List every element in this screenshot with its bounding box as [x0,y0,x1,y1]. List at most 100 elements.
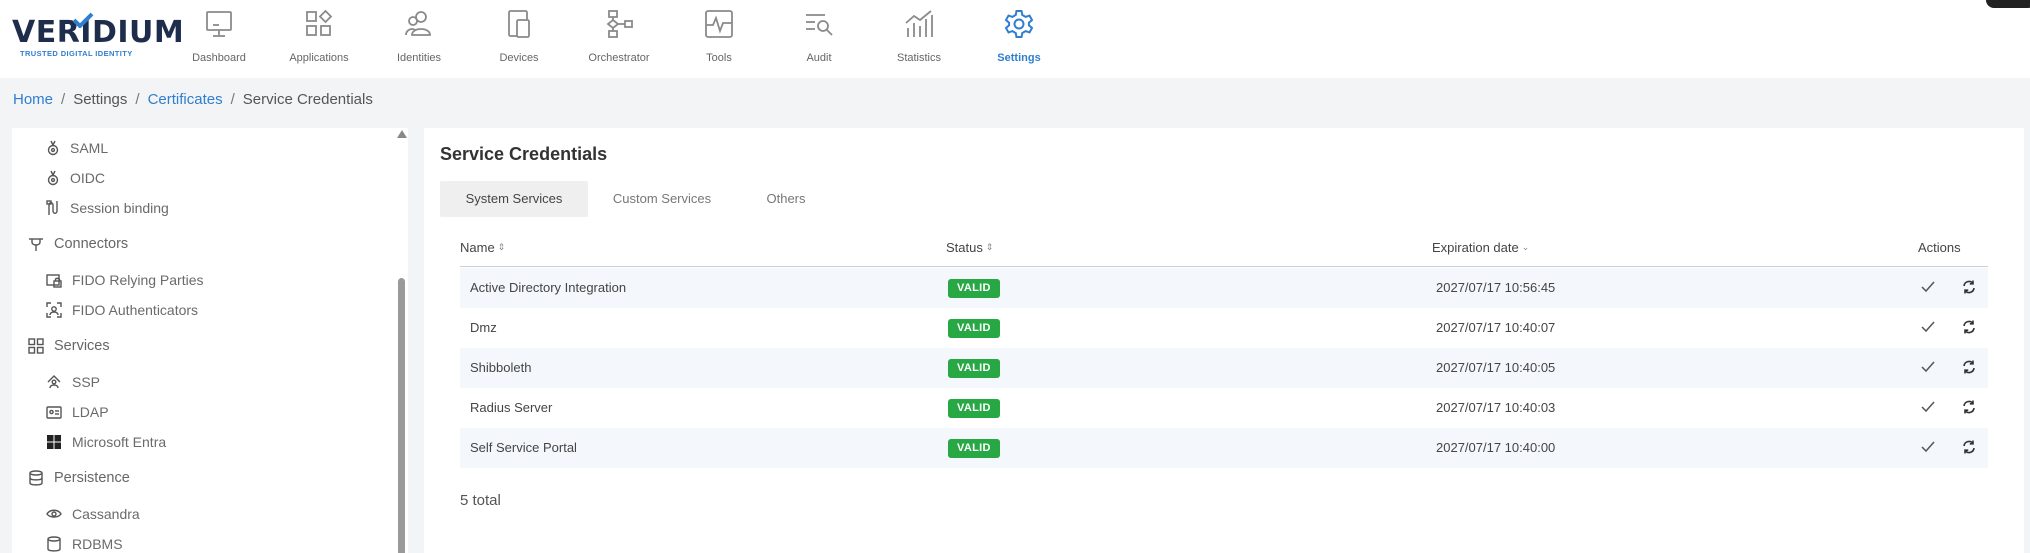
column-header-name[interactable]: Name ⇕ [460,240,505,255]
nav-label: Settings [997,52,1041,64]
audit-search-icon [806,14,833,36]
scroll-up-arrow-icon[interactable] [397,130,407,138]
sidebar-item-label: RDBMS [72,536,123,552]
sidebar-item-label: SSP [72,374,101,390]
sidebar-item-cassandra[interactable]: Cassandra [46,502,140,526]
sidebar-group-connectors[interactable]: Connectors [28,232,128,256]
sort-desc-icon: ⌄ [1521,242,1530,252]
sidebar-group-persistence[interactable]: Persistence [28,466,130,490]
sidebar-item-ssp[interactable]: SSP [46,370,100,394]
eye-icon [46,509,62,518]
fido-scan-icon [46,302,62,318]
sidebar-item-label: OIDC [70,170,105,186]
expiration-date: 2027/07/17 10:40:05 [1436,360,1556,375]
table-row[interactable]: Active Directory Integration VALID 2027/07… [460,268,1988,308]
nav-item-applications[interactable]: Applications [269,0,369,78]
table-row[interactable]: Dmz VALID 2027/07/17 10:40:07 [460,308,1988,348]
nav-item-orchestrator[interactable]: Orchestrator [569,0,669,78]
statistics-chart-icon [905,10,933,37]
sidebar-group-services[interactable]: Services [28,334,110,358]
services-grid-icon [28,338,44,354]
plug-icon [29,238,43,251]
nav-item-devices[interactable]: Devices [469,0,569,78]
nav-item-settings[interactable]: Settings [969,0,1069,78]
table-row[interactable]: Shibboleth VALID 2027/07/17 10:40:05 [460,348,1988,388]
validate-check-icon[interactable] [1919,398,1939,418]
renew-refresh-icon[interactable] [1960,438,1980,458]
validate-check-icon[interactable] [1919,278,1939,298]
sidebar-item-fido-authenticators[interactable]: FIDO Authenticators [46,298,198,322]
validate-check-icon[interactable] [1919,318,1939,338]
renew-refresh-icon[interactable] [1960,358,1980,378]
credential-name: Self Service Portal [470,440,577,455]
validate-check-icon[interactable] [1919,358,1939,378]
table-total-count: 5 total [460,492,501,509]
breadcrumb: Home / Settings / Certificates / Service Crede… [13,91,373,108]
tools-pulse-icon [705,10,733,38]
top-navigation-bar: VERIDIUM TRUSTED DIGITAL IDENTITY Dashbo… [0,0,2030,78]
expiration-date: 2027/07/17 10:40:07 [1436,320,1556,335]
breadcrumb-settings: Settings [73,91,128,108]
sidebar-item-label: FIDO Authenticators [72,302,199,318]
nav-item-tools[interactable]: Tools [669,0,769,78]
renew-refresh-icon[interactable] [1960,398,1980,418]
sidebar-item-ldap[interactable]: LDAP [46,400,109,424]
column-header-actions: Actions [1918,240,1961,255]
breadcrumb-separator: / [135,91,140,108]
sort-icon: ⇕ [497,242,506,252]
nav-item-statistics[interactable]: Statistics [869,0,969,78]
table-row[interactable]: Self Service Portal VALID 2027/07/17 10:40… [460,428,1988,468]
user-menu-button[interactable] [1986,0,2030,8]
applications-grid-icon [306,9,333,36]
breadcrumb-certificates-link[interactable]: Certificates [148,91,223,108]
status-badge: VALID [948,359,1000,378]
gear-icon [1004,10,1034,38]
nav-label: Orchestrator [588,52,650,64]
credential-name: Dmz [470,320,497,335]
sidebar-item-microsoft-entra[interactable]: Microsoft Entra [46,430,166,454]
credential-name: Shibboleth [470,360,532,375]
sidebar-item-fido-relying-parties[interactable]: FIDO Relying Parties [46,268,203,292]
nav-item-audit[interactable]: Audit [769,0,869,78]
credential-name: Radius Server [470,400,553,415]
sidebar-item-label: Cassandra [72,506,140,522]
tab-custom-services[interactable]: Custom Services [588,181,736,217]
tab-system-services[interactable]: System Services [440,181,588,217]
nav-item-identities[interactable]: Identities [369,0,469,78]
renew-refresh-icon[interactable] [1960,278,1980,298]
ssp-icon [47,375,61,389]
breadcrumb-separator: / [230,91,235,108]
renew-refresh-icon[interactable] [1960,318,1980,338]
expiration-date: 2027/07/17 10:40:00 [1436,440,1556,455]
service-credentials-panel: Service Credentials System Services Cust… [424,128,2024,553]
column-header-status[interactable]: Status ⇕ [946,240,993,255]
sidebar-scrollbar-thumb[interactable] [398,278,405,553]
identities-users-icon [405,11,431,36]
validate-check-icon[interactable] [1919,438,1939,458]
orchestrator-flow-icon [606,10,633,38]
breadcrumb-home-link[interactable]: Home [13,91,53,108]
page-title: Service Credentials [440,144,608,164]
nav-label: Audit [806,52,832,64]
sidebar-item-label: Session binding [70,200,169,216]
nav-item-dashboard[interactable]: Dashboard [169,0,269,78]
status-badge: VALID [948,319,1000,338]
sidebar-item-oidc[interactable]: OIDC [46,166,105,190]
sidebar-group-label: Services [54,338,110,354]
column-header-expiration[interactable]: Expiration date ⌄ [1432,240,1529,255]
veridium-logo[interactable]: VERIDIUM TRUSTED DIGITAL IDENTITY [12,12,184,58]
sidebar-item-session-binding[interactable]: Session binding [46,196,169,220]
breadcrumb-current: Service Credentials [242,91,373,108]
status-badge: VALID [948,439,1000,458]
table-row[interactable]: Radius Server VALID 2027/07/17 10:40:03 [460,388,1988,428]
fido-lock-icon [46,274,62,288]
session-binding-icon [46,200,58,215]
sidebar-item-saml[interactable]: SAML [46,136,108,160]
tab-others[interactable]: Others [736,181,836,217]
nav-label: Dashboard [192,52,246,64]
sidebar-item-rdbms[interactable]: RDBMS [46,532,123,553]
logo-tagline: TRUSTED DIGITAL IDENTITY [20,49,133,58]
expiration-date: 2027/07/17 10:56:45 [1436,280,1556,295]
logo-check-mark-icon [72,12,94,28]
monitor-icon [206,11,232,37]
